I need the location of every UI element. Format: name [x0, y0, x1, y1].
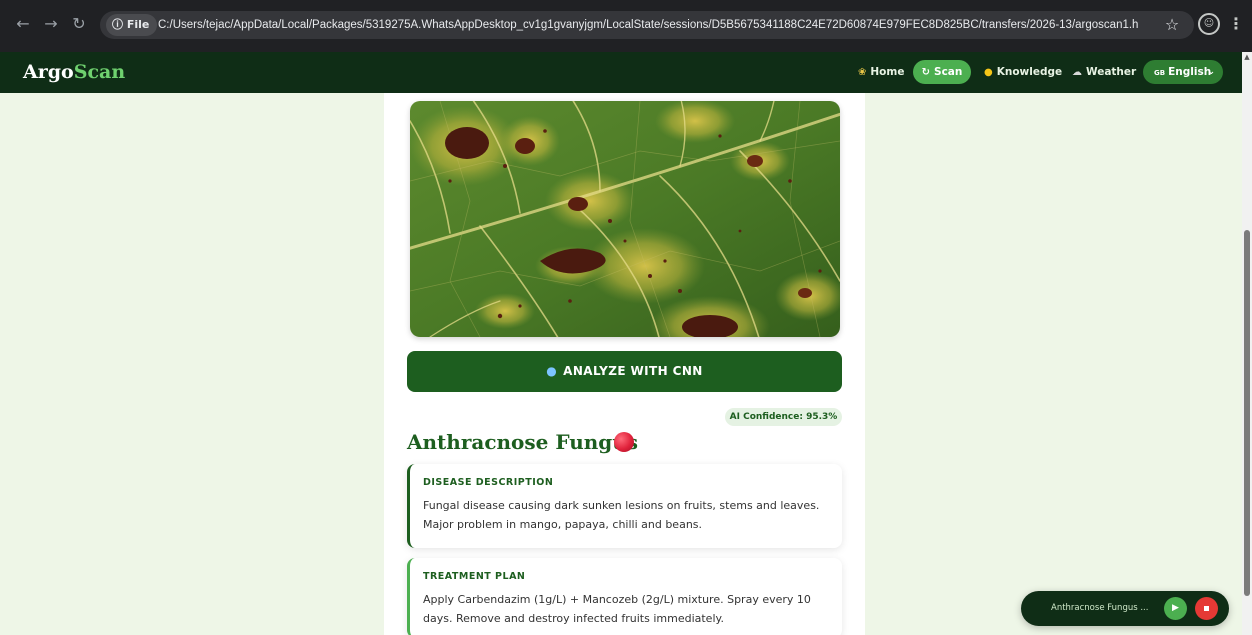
- app-logo[interactable]: ArgoScan: [23, 58, 125, 86]
- nav-knowledge-link[interactable]: ● Knowledge: [984, 60, 1062, 84]
- analyze-with-cnn-button[interactable]: ● ANALYZE WITH CNN: [407, 351, 842, 392]
- browser-toolbar: ← → ↻ ⓘ File C:/Users/tejac/AppData/Loca…: [0, 0, 1252, 52]
- address-bar[interactable]: ⓘ File C:/Users/tejac/AppData/Local/Pack…: [100, 11, 1194, 39]
- bulb-icon: ●: [984, 67, 993, 78]
- flag-icon: GB: [1154, 69, 1166, 77]
- nav-weather-label: Weather: [1086, 66, 1137, 78]
- disease-description-heading: DISEASE DESCRIPTION: [423, 477, 554, 488]
- reload-icon[interactable]: ↻: [68, 13, 90, 35]
- ai-confidence-badge: AI Confidence: 95.3%: [725, 408, 842, 426]
- uploaded-leaf-image: [410, 101, 840, 337]
- disease-description-box: DISEASE DESCRIPTION Fungal disease causi…: [407, 464, 842, 548]
- language-select[interactable]: GB English ⌄: [1143, 60, 1223, 84]
- magnifier-icon: ●: [546, 364, 558, 378]
- scan-result-card: ● ANALYZE WITH CNN AI Confidence: 95.3% A…: [384, 93, 865, 635]
- analyze-button-label: ANALYZE WITH CNN: [563, 364, 703, 378]
- nav-weather-link[interactable]: ☁ Weather: [1072, 60, 1136, 84]
- disease-name-heading: Anthracnose Fungus: [407, 430, 639, 454]
- player-track-label: Anthracnose Fungus ...: [1051, 603, 1149, 613]
- nav-home-label: Home: [870, 66, 905, 78]
- treatment-plan-box: TREATMENT PLAN Apply Carbendazim (1g/L) …: [407, 558, 842, 635]
- kebab-menu-icon[interactable]: ⋮: [1228, 13, 1244, 35]
- info-icon: ⓘ: [112, 18, 123, 31]
- nav-knowledge-label: Knowledge: [996, 66, 1063, 78]
- play-icon: ▶: [1172, 603, 1179, 613]
- scrollbar-thumb[interactable]: [1244, 230, 1250, 596]
- language-selected: English: [1168, 66, 1212, 78]
- site-info-chip[interactable]: ⓘ File: [106, 14, 158, 36]
- scroll-up-arrow-icon[interactable]: ▲: [1243, 52, 1251, 62]
- scan-icon: ↻: [921, 67, 931, 78]
- back-arrow-icon[interactable]: ←: [12, 13, 34, 35]
- audio-player-widget: Anthracnose Fungus ... ▶: [1021, 591, 1229, 626]
- sprout-icon: ❀: [858, 67, 867, 78]
- stop-button[interactable]: [1195, 597, 1218, 620]
- nav-scan-label: Scan: [934, 66, 963, 78]
- play-button[interactable]: ▶: [1164, 597, 1187, 620]
- file-chip-label: File: [126, 18, 150, 31]
- chevron-down-icon: ⌄: [1207, 67, 1215, 77]
- page-scrollbar[interactable]: ▲: [1242, 52, 1252, 635]
- cloud-icon: ☁: [1072, 67, 1082, 78]
- url-text[interactable]: C:/Users/tejac/AppData/Local/Packages/53…: [158, 11, 1138, 39]
- nav-home-link[interactable]: ❀ Home: [858, 60, 904, 84]
- forward-arrow-icon[interactable]: →: [40, 13, 62, 35]
- treatment-plan-heading: TREATMENT PLAN: [423, 571, 526, 582]
- profile-icon[interactable]: ☺: [1198, 13, 1220, 35]
- logo-part-argo: Argo: [23, 61, 74, 83]
- stop-icon: [1204, 606, 1209, 611]
- disease-description-text: Fungal disease causing dark sunken lesio…: [423, 499, 820, 531]
- star-icon[interactable]: ☆: [1162, 15, 1182, 35]
- treatment-plan-text: Apply Carbendazim (1g/L) + Mancozeb (2g/…: [423, 593, 811, 625]
- nav-scan-link[interactable]: ↻ Scan: [913, 60, 971, 84]
- app-navbar: ArgoScan ❀ Home ↻ Scan ● Knowledge ☁ Weather…: [0, 52, 1242, 93]
- severity-red-dot-icon: [614, 432, 634, 452]
- logo-part-scan: Scan: [73, 61, 126, 83]
